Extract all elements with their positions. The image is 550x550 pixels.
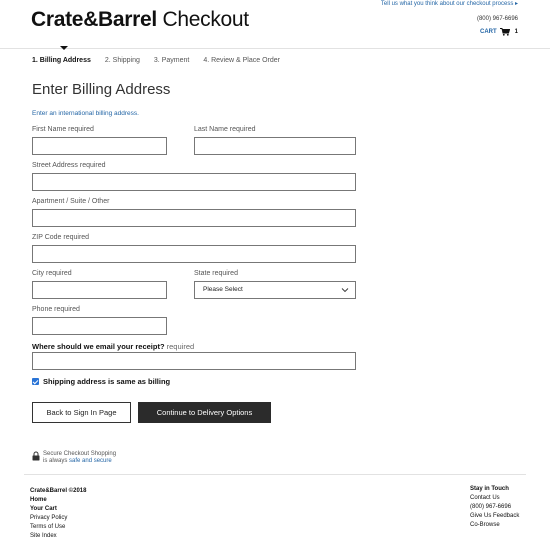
street-address-label: Street Address required [32, 162, 106, 169]
lock-icon [32, 451, 40, 461]
safe-and-secure-link[interactable]: safe and secure [69, 458, 112, 464]
header-divider [0, 48, 550, 49]
shipping-same-checkbox[interactable] [32, 378, 39, 385]
page-title: Enter Billing Address [32, 81, 171, 98]
footer-site-index-link[interactable]: Site Index [30, 532, 86, 541]
zip-code-input[interactable] [32, 245, 356, 263]
city-label: City required [32, 270, 72, 277]
street-address-input[interactable] [32, 173, 356, 191]
step-review: 4. Review & Place Order [203, 57, 280, 64]
apartment-label: Apartment / Suite / Other [32, 198, 110, 205]
cart-icon [499, 28, 510, 36]
footer-terms-link[interactable]: Terms of Use [30, 523, 86, 532]
footer-stay-in-touch: Stay in Touch [470, 486, 509, 492]
state-select-value: Please Select [203, 286, 243, 293]
apartment-input[interactable] [32, 209, 356, 227]
logo-brand: Crate&Barrel [31, 8, 157, 31]
cart-label: CART [479, 29, 497, 35]
header: Crate&Barrel Checkout Tell us what you t… [0, 0, 550, 48]
secure-line2: is always safe and secure [43, 458, 116, 465]
back-to-sign-in-button[interactable]: Back to Sign In Page [32, 402, 131, 423]
secure-line1: Secure Checkout Shopping [43, 451, 117, 457]
phone-input[interactable] [32, 317, 167, 335]
secure-checkout-notice: Secure Checkout Shopping is always safe … [32, 451, 116, 465]
first-name-input[interactable] [32, 137, 167, 155]
footer-your-cart-link[interactable]: Your Cart [30, 505, 86, 514]
active-step-pointer-icon [60, 46, 68, 50]
footer-privacy-link[interactable]: Privacy Policy [30, 514, 86, 523]
footer-feedback-link[interactable]: Give Us Feedback [470, 512, 519, 521]
logo[interactable]: Crate&Barrel Checkout [31, 8, 249, 32]
state-select[interactable]: Please Select [194, 281, 356, 299]
receipt-email-question: Where should we email your receipt? [32, 342, 165, 351]
footer-copyright: Crate&Barrel ©2018 [30, 488, 87, 494]
phone-label: Phone required [32, 306, 80, 313]
logo-suffix: Checkout [156, 8, 250, 31]
cart-link[interactable]: CART 1 [480, 28, 518, 36]
feedback-link[interactable]: Tell us what you think about our checkou… [381, 0, 518, 7]
shipping-same-label: Shipping address is same as billing [43, 377, 171, 386]
step-billing: 1. Billing Address [32, 57, 91, 64]
last-name-input[interactable] [194, 137, 356, 155]
header-phone: (800) 967-6696 [476, 16, 518, 22]
step-payment: 3. Payment [153, 57, 190, 64]
secure-line2-prefix: is always [43, 458, 70, 464]
footer-home-link[interactable]: Home [30, 496, 86, 505]
step-shipping: 2. Shipping [104, 57, 140, 64]
footer-phone: (800) 967-6696 [470, 504, 512, 510]
state-label: State required [194, 270, 238, 277]
cart-count: 1 [514, 29, 518, 35]
receipt-email-required: required [166, 342, 195, 351]
city-input[interactable] [32, 281, 167, 299]
footer-divider [24, 474, 526, 475]
international-address-link[interactable]: Enter an international billing address. [32, 110, 139, 117]
footer-links: Crate&Barrel ©2018 Home Your Cart Privac… [30, 487, 86, 541]
chevron-down-icon [341, 288, 349, 293]
footer-contact-link[interactable]: Contact Us [470, 494, 519, 503]
zip-code-label: ZIP Code required [32, 234, 90, 241]
footer-contact: Stay in Touch Contact Us (800) 967-6696 … [470, 485, 519, 530]
footer-cobrowse-link[interactable]: Co-Browse [470, 521, 519, 530]
last-name-label: Last Name required [194, 126, 256, 133]
receipt-email-label: Where should we email your receipt? requ… [32, 342, 194, 351]
checkout-steps: 1. Billing Address 2. Shipping 3. Paymen… [32, 57, 280, 64]
continue-to-delivery-button[interactable]: Continue to Delivery Options [138, 402, 271, 423]
receipt-email-input[interactable] [32, 352, 356, 370]
first-name-label: First Name required [32, 126, 94, 133]
shipping-same-row[interactable]: Shipping address is same as billing [32, 377, 170, 386]
